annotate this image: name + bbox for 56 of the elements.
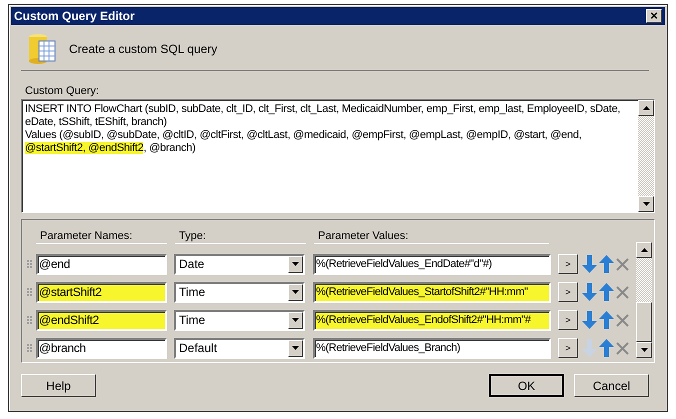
drag-handle-icon[interactable]	[26, 260, 32, 268]
window-title: Custom Query Editor	[14, 9, 135, 23]
parameter-value-field[interactable]: %(RetrieveFieldValues_Branch)	[313, 338, 551, 358]
delete-icon[interactable]	[616, 258, 629, 270]
scrollbar[interactable]	[638, 100, 654, 212]
column-header: Parameter Names:	[36, 228, 167, 244]
dialog-button[interactable]: Cancel	[574, 374, 649, 397]
down-caret-icon	[292, 290, 299, 294]
browse-button[interactable]: >	[558, 254, 578, 274]
down-arrow-icon[interactable]	[582, 311, 597, 329]
column-header: Parameter Values:	[314, 228, 549, 244]
up-caret-icon	[640, 248, 648, 252]
scrollbar[interactable]	[636, 242, 652, 358]
header-text: Create a custom SQL query	[69, 42, 218, 56]
parameter-name-field[interactable]: @endShift2	[36, 310, 167, 330]
up-arrow-icon[interactable]	[599, 255, 614, 273]
browse-button[interactable]: >	[558, 338, 578, 358]
down-caret-icon	[292, 318, 299, 322]
browse-button[interactable]: >	[558, 282, 578, 302]
close-button[interactable]: ×	[646, 9, 662, 23]
up-arrow-icon[interactable]	[599, 283, 614, 301]
browse-button[interactable]: >	[558, 310, 578, 330]
drag-handle-icon[interactable]	[26, 316, 32, 324]
query-line: INSERT INTO FlowChart (subID, subDate, clt_ID, clt_First, clt_Last, MedicaidNumber, emp_First, emp_last, EmployeeID, sDate,	[25, 103, 622, 116]
query-line: eDate, tSShift, tEShift, branch)	[25, 116, 168, 129]
parameter-name-field[interactable]: @startShift2	[36, 282, 167, 302]
up-arrow-icon[interactable]	[599, 311, 614, 329]
database-icon	[27, 33, 57, 65]
down-caret-icon	[292, 346, 299, 350]
type-dropdown[interactable]: Time	[174, 310, 305, 330]
query-line: Values (@subID, @subDate, @cltID, @cltFirst, @cltLast, @medicaid, @empFirst, @empLast, @empID, @start, @end,	[25, 129, 583, 142]
type-dropdown[interactable]: Date	[174, 254, 305, 274]
up-caret-icon	[642, 106, 650, 110]
drag-handle-icon[interactable]	[26, 344, 32, 352]
down-caret-icon	[292, 262, 299, 266]
type-dropdown[interactable]: Default	[174, 338, 305, 358]
parameter-name-field[interactable]: @branch	[36, 338, 167, 358]
delete-icon[interactable]	[616, 286, 629, 298]
parameter-value-field[interactable]: %(RetrieveFieldValues_EndofShift2#"HH:mm"#	[313, 310, 551, 330]
query-text-area[interactable]	[21, 99, 655, 213]
down-caret-icon	[642, 202, 650, 206]
down-arrow-icon[interactable]	[582, 283, 597, 301]
parameter-value-field[interactable]: %(RetrieveFieldValues_EndDate#"d"#)	[313, 254, 551, 274]
dialog-button[interactable]: OK	[489, 374, 564, 397]
drag-handle-icon[interactable]	[26, 288, 32, 296]
type-dropdown[interactable]: Time	[174, 282, 305, 302]
parameter-value-field[interactable]: %(RetrieveFieldValues_StartofShift2#"HH:mm"	[313, 282, 551, 302]
parameter-name-field[interactable]: @end	[36, 254, 167, 274]
delete-icon[interactable]	[616, 342, 629, 354]
delete-icon[interactable]	[616, 314, 629, 326]
up-arrow-icon[interactable]	[599, 339, 614, 357]
help-button[interactable]: Help	[21, 374, 96, 397]
down-caret-icon	[640, 348, 648, 352]
down-arrow-icon[interactable]	[582, 255, 597, 273]
query-label: Custom Query:	[25, 85, 100, 97]
column-header: Type:	[175, 228, 306, 244]
